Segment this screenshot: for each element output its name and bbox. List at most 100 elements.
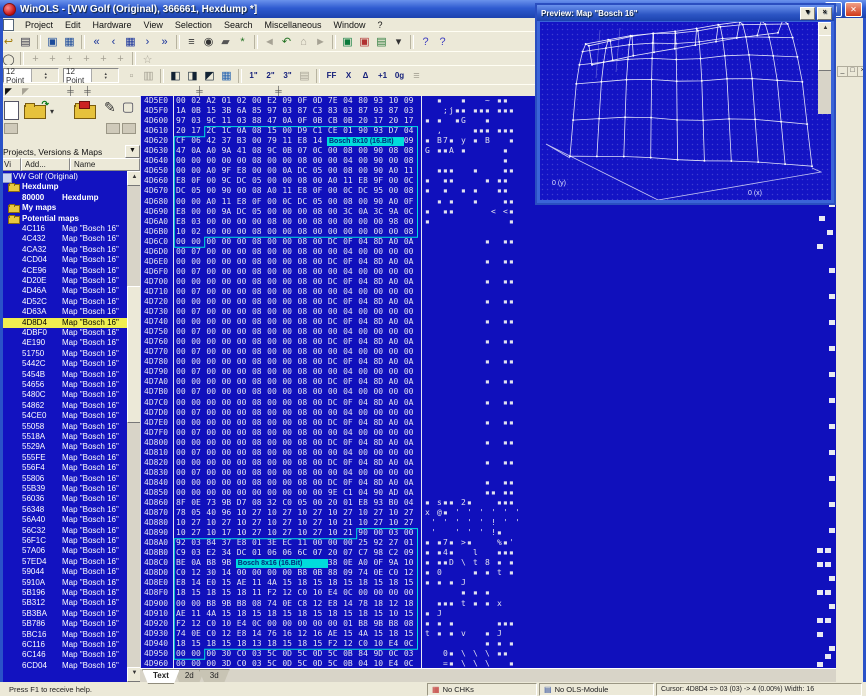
map-item-4E190[interactable]: 4E190Map "Bosch 16" — [0, 338, 127, 348]
preview-dropdown-icon[interactable]: ▼ — [800, 7, 815, 20]
map-item-56F1C[interactable]: 56F1CMap "Bosch 16" — [0, 536, 127, 546]
spinner-arrows-icon[interactable]: ▲▼ — [91, 69, 119, 82]
hex-row-4D790[interactable]: 4D79000 07 00 00 00 08 00 00 08 00 00 04… — [141, 367, 837, 377]
view-2d-button[interactable]: ◨ — [184, 68, 201, 83]
preview-scroll-up-icon[interactable]: ▲ — [818, 22, 831, 36]
map-item-51750[interactable]: 51750Map "Bosch 16" — [0, 349, 127, 359]
hex-bytes[interactable]: 00 00 00 00 00 00 00 00 00 00 9E C1 04 9… — [176, 488, 413, 497]
column-header-name[interactable]: Name — [70, 158, 140, 171]
hex-row-4D950[interactable]: 4D95000 00 00 30 C0 03 5C 0D 5C 0D 5C 0B… — [141, 649, 837, 659]
hex-row-4D930[interactable]: 4D93074 0E C0 12 E8 14 76 16 12 16 AE 15… — [141, 629, 837, 639]
hex-bytes[interactable]: 78 05 40 96 10 27 10 27 10 27 10 27 10 2… — [176, 508, 413, 517]
font-size-spinner-1[interactable]: 12 Point ▲▼ — [3, 68, 59, 83]
hex-row-4D8F0[interactable]: 4D8F018 15 18 15 18 11 F2 12 C0 10 E4 0C… — [141, 588, 837, 598]
hex-bytes[interactable]: C0 12 30 14 00 00 00 00 B8 0B 88 09 74 0… — [176, 568, 413, 577]
previous-version-button[interactable]: ‹ — [105, 34, 122, 49]
open-version-button[interactable]: ↷ — [24, 105, 46, 119]
font-size-spinner-2[interactable]: 12 Point ▲▼ — [63, 68, 119, 83]
hex-bytes[interactable]: 00 07 00 00 00 08 00 00 08 00 00 04 00 0… — [176, 267, 413, 276]
hex-bytes[interactable]: 47 0A A0 9A 41 08 9C 0B 07 0C 00 08 00 9… — [176, 146, 413, 155]
map-list-button[interactable]: ≡ — [183, 34, 200, 49]
hex-row-4D8E0[interactable]: 4D8E0E8 14 E0 15 AE 11 4A 15 18 15 18 15… — [141, 578, 837, 588]
hex-row-4D890[interactable]: 4D89010 27 10 17 10 27 10 27 10 27 10 21… — [141, 528, 837, 538]
close-window-button[interactable]: ✕ — [845, 2, 862, 17]
view-map-button[interactable]: ▦ — [218, 68, 235, 83]
hex-row-4D710[interactable]: 4D71000 07 00 00 00 08 00 00 08 00 00 04… — [141, 287, 837, 297]
open-version-dropdown-button[interactable]: ▾ — [50, 107, 54, 116]
hex-row-4D7D0[interactable]: 4D7D000 07 00 00 00 08 00 00 08 00 00 04… — [141, 408, 837, 418]
hex-bytes[interactable]: 00 00 00 00 00 08 00 00 08 00 DC 0F 04 8… — [176, 317, 413, 326]
map-item-4CA32[interactable]: 4CA32Map "Bosch 16" — [0, 245, 127, 255]
hex-bytes[interactable]: 00 07 00 00 00 08 00 00 08 00 00 04 00 0… — [176, 307, 413, 316]
save-version-button[interactable] — [4, 123, 18, 134]
hex-bytes[interactable]: 00 07 00 00 00 08 00 00 08 00 00 04 00 0… — [176, 367, 413, 376]
map-item-54656[interactable]: 54656Map "Bosch 16" — [0, 380, 127, 390]
hex-bytes[interactable]: E8 00 00 9A DC 05 00 00 00 08 00 3C 0A 3… — [176, 207, 413, 216]
hex-row-4D920[interactable]: 4D920F2 12 C0 10 E4 0C 00 00 00 00 00 01… — [141, 619, 837, 629]
hex-row-4D830[interactable]: 4D83000 07 00 00 00 08 00 00 08 00 00 04… — [141, 468, 837, 478]
map-pack-button[interactable]: ▰ — [217, 34, 234, 49]
display-delta-button[interactable]: Δ — [357, 68, 374, 83]
map-item-6C116[interactable]: 6C116Map "Bosch 16" — [0, 640, 127, 650]
preview-scrollbar[interactable]: ▲ — [818, 22, 831, 114]
map-item-54CE0[interactable]: 54CE0Map "Bosch 16" — [0, 411, 127, 421]
hex-bytes[interactable]: 00 00 00 00 00 08 00 00 08 00 DC 0F 04 8… — [176, 277, 413, 286]
map-item-4CD04[interactable]: 4CD04Map "Bosch 16" — [0, 255, 127, 265]
hex-bytes[interactable]: 97 03 9C 11 03 88 47 0A 0F 0B CB 0B 20 1… — [176, 116, 413, 125]
map-item-5B786[interactable]: 5B786Map "Bosch 16" — [0, 619, 127, 629]
value-width-3-button[interactable]: 3" — [279, 68, 296, 83]
menu-item-help[interactable]: ? — [372, 20, 389, 30]
map-item-4D46A[interactable]: 4D46AMap "Bosch 16" — [0, 286, 127, 296]
project-versions-button[interactable]: ▦ — [61, 34, 78, 49]
hex-bytes[interactable]: 00 00 00 00 00 08 00 00 08 00 DC 0F 04 8… — [176, 297, 413, 306]
map-item-59044[interactable]: 59044Map "Bosch 16" — [0, 567, 127, 577]
hex-bytes[interactable]: E8 03 00 00 00 00 08 00 00 08 00 00 00 0… — [176, 217, 413, 226]
map-item-55806[interactable]: 55806Map "Bosch 16" — [0, 474, 127, 484]
hex-bytes[interactable]: 1A 0B 15 3B 6A 85 97 03 87 C3 83 03 87 9… — [176, 106, 413, 115]
undo-jump-button[interactable]: ↶ — [278, 34, 295, 49]
tree-folder-my-maps[interactable]: My maps — [0, 203, 127, 213]
history-back-button[interactable]: ◄ — [261, 34, 278, 49]
map-item-555FE[interactable]: 555FEMap "Bosch 16" — [0, 453, 127, 463]
hex-bytes[interactable]: 00 00 00 00 00 08 00 00 08 00 DC 0F 04 8… — [176, 357, 413, 366]
hex-row-4D910[interactable]: 4D910AE 11 4A 15 18 15 18 15 18 15 18 15… — [141, 609, 837, 619]
map-item-56036[interactable]: 56036Map "Bosch 16" — [0, 494, 127, 504]
new-version-button[interactable] — [4, 101, 19, 120]
value-width-1-button[interactable]: 1" — [245, 68, 262, 83]
hex-bytes[interactable]: 00 00 00 30 C0 03 5C 0D 5C 0D 5C 0B 84 9… — [176, 649, 413, 658]
hex-row-4D6A0[interactable]: 4D6A0E8 03 00 00 00 00 08 00 00 08 00 00… — [141, 217, 837, 227]
hex-bytes[interactable]: 00 07 00 00 00 08 00 00 08 00 00 04 00 0… — [176, 387, 413, 396]
tree-folder-hexdump[interactable]: Hexdump — [0, 182, 127, 192]
menu-item-search[interactable]: Search — [218, 20, 259, 30]
hex-bytes[interactable]: 00 07 00 00 00 08 00 00 08 00 00 04 00 0… — [176, 428, 413, 437]
map-item-55B39[interactable]: 55B39Map "Bosch 16" — [0, 484, 127, 494]
menu-item-miscellaneous[interactable]: Miscellaneous — [258, 20, 327, 30]
copy-sheet-1-button[interactable] — [106, 123, 120, 134]
hex-bytes[interactable]: F2 12 C0 10 E4 0C 00 00 00 00 00 01 B8 9… — [176, 619, 413, 628]
map-item-5B312[interactable]: 5B312Map "Bosch 16" — [0, 598, 127, 608]
tree-item-80000[interactable]: 80000Hexdump — [0, 193, 127, 203]
hex-row-4D800[interactable]: 4D80000 00 00 00 00 08 00 00 08 00 DC 0F… — [141, 438, 837, 448]
map-item-4CE96[interactable]: 4CE96Map "Bosch 16" — [0, 266, 127, 276]
import-file-button[interactable] — [74, 105, 96, 119]
hex-bytes[interactable]: 18 15 18 15 18 11 F2 12 C0 10 E4 0C 00 0… — [176, 588, 413, 597]
map-item-56A40[interactable]: 56A40Map "Bosch 16" — [0, 515, 127, 525]
preview-window[interactable]: Preview: Map "Bosch 16" ▼ × 0 (y) 0 (x) … — [535, 3, 836, 205]
hex-bytes[interactable]: 00 07 00 00 00 08 00 00 08 00 00 04 00 0… — [176, 327, 413, 336]
window-hexdump-button[interactable]: ▣ — [339, 34, 356, 49]
map-item-54862[interactable]: 54862Map "Bosch 16" — [0, 401, 127, 411]
spinner-arrows-icon[interactable]: ▲▼ — [31, 69, 59, 82]
hex-bytes[interactable]: 10 27 10 27 10 27 10 27 10 27 10 21 10 2… — [176, 518, 413, 527]
hex-row-4D6C0[interactable]: 4D6C000 00 00 00 00 08 00 00 08 00 DC 0F… — [141, 237, 837, 247]
hex-row-4D770[interactable]: 4D77000 07 00 00 00 08 00 00 08 00 00 04… — [141, 347, 837, 357]
map-item-5BC16[interactable]: 5BC16Map "Bosch 16" — [0, 630, 127, 640]
hex-bytes[interactable]: 10 02 00 00 00 08 00 00 08 00 00 00 00 0… — [176, 227, 413, 236]
hex-row-4D870[interactable]: 4D87078 05 40 96 10 27 10 27 10 27 10 27… — [141, 508, 837, 518]
map-item-55058[interactable]: 55058Map "Bosch 16" — [0, 422, 127, 432]
hex-bytes[interactable]: 00 02 A2 01 02 00 E2 09 0F 0D 7E 04 80 9… — [176, 96, 413, 105]
hex-row-4D840[interactable]: 4D84000 00 00 00 00 08 00 00 08 00 DC 0F… — [141, 478, 837, 488]
context-help-button[interactable]: ? — [434, 34, 451, 49]
hex-row-4D730[interactable]: 4D73000 07 00 00 00 08 00 00 08 00 00 04… — [141, 307, 837, 317]
preview-title-bar[interactable]: Preview: Map "Bosch 16" ▼ × — [537, 5, 834, 21]
hex-bytes[interactable]: 00 00 00 00 00 08 00 00 08 00 DC 0F 04 8… — [176, 237, 413, 246]
